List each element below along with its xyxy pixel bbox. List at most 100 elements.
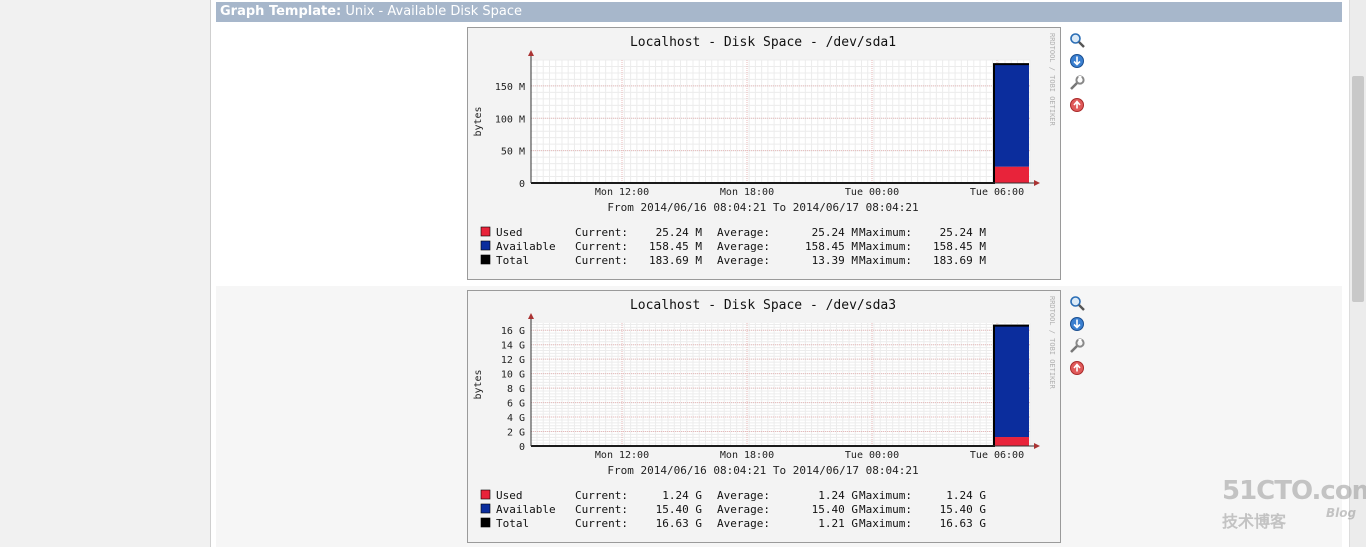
rrd-graph-svg: 0 50 M 100 M 150 M Mon 12:00 Mon 18:00 Tue 00:… [467,27,1061,280]
legend-maximum-label: Maximum: [859,503,912,516]
legend-maximum-label: Maximum: [859,240,912,253]
y-axis-label: bytes [473,369,484,399]
edit-icon[interactable] [1069,75,1085,91]
y-axis-label: bytes [473,106,484,136]
legend-current-value: 16.63 G [656,517,702,530]
y-tick-label: 100 M [495,114,525,125]
legend-current-label: Current: [575,254,628,267]
legend-swatch [480,503,491,514]
y-tick-label: 0 [519,442,525,453]
legend-current-label: Current: [575,503,628,516]
legend-maximum-label: Maximum: [859,517,912,530]
legend-name: Used [496,489,523,502]
legend-name: Total [496,254,529,267]
legend-average-label: Average: [717,489,770,502]
y-tick-label: 8 G [507,384,525,395]
legend-average-label: Average: [717,240,770,253]
legend-average-label: Average: [717,254,770,267]
y-tick-label: 6 G [507,399,525,410]
edit-icon[interactable] [1069,338,1085,354]
legend-current-value: 158.45 M [649,240,702,253]
legend-maximum-label: Maximum: [859,226,912,239]
legend-swatch [480,254,491,265]
y-tick-label: 14 G [501,341,525,352]
y-tick-label: 10 G [501,370,525,381]
area-used [994,166,1029,183]
graph-template-header: Graph Template: Unix - Available Disk Sp… [216,2,1342,22]
legend-current-label: Current: [575,226,628,239]
area-used [994,437,1029,446]
legend-current-value: 183.69 M [649,254,702,267]
remove-icon[interactable] [1069,97,1085,113]
legend-average-label: Average: [717,503,770,516]
left-panel [0,0,211,547]
legend-maximum-value: 15.40 G [940,503,986,516]
legend-average-label: Average: [717,517,770,530]
x-tick-label: Tue 00:00 [845,450,899,461]
rrd-graph-svg: 0 2 G 4 G 6 G 8 G 10 G 12 G 14 G 16 G Mon 12:00 Mo… [467,290,1061,543]
x-tick-label: Mon 18:00 [720,450,774,461]
download-icon[interactable] [1069,53,1085,69]
legend-maximum-value: 25.24 M [940,226,987,239]
x-tick-label: Mon 12:00 [595,187,649,198]
legend-maximum-label: Maximum: [859,489,912,502]
graph-title: Localhost - Disk Space - /dev/sda1 [630,35,896,50]
legend-average-value: 158.45 M [805,240,858,253]
legend-swatch [480,226,491,237]
remove-icon[interactable] [1069,360,1085,376]
legend-maximum-value: 1.24 G [946,489,986,502]
legend-swatch [480,240,491,251]
legend-maximum-value: 183.69 M [933,254,986,267]
legend-average-value: 15.40 G [812,503,858,516]
time-range: From 2014/06/16 08:04:21 To 2014/06/17 0… [607,464,918,477]
header-label: Graph Template: [220,4,342,19]
main-content: Graph Template: Unix - Available Disk Sp… [211,0,1349,547]
legend-name: Available [496,503,556,516]
rrdtool-credit: RRDTOOL / TOBI OETIKER [1048,296,1056,390]
x-tick-label: Tue 06:00 [970,450,1024,461]
legend-current-value: 25.24 M [656,226,703,239]
legend-name: Used [496,226,523,239]
scrollbar-thumb[interactable] [1352,76,1364,302]
legend-name: Total [496,517,529,530]
legend-current-value: 15.40 G [656,503,702,516]
legend-current-label: Current: [575,240,628,253]
y-tick-label: 4 G [507,413,525,424]
legend-average-label: Average: [717,226,770,239]
legend-average-value: 25.24 M [812,226,859,239]
legend-average-value: 1.24 G [818,489,858,502]
legend-swatch [480,489,491,500]
x-tick-label: Tue 06:00 [970,187,1024,198]
legend-maximum-value: 16.63 G [940,517,986,530]
y-tick-label: 16 G [501,326,525,337]
graph-title: Localhost - Disk Space - /dev/sda3 [630,298,896,313]
legend-average-value: 13.39 M [812,254,859,267]
legend-maximum-value: 158.45 M [933,240,986,253]
zoom-icon[interactable] [1069,295,1085,311]
legend-average-value: 1.21 G [818,517,858,530]
area-available [994,325,1029,438]
legend-current-value: 1.24 G [662,489,702,502]
time-range: From 2014/06/16 08:04:21 To 2014/06/17 0… [607,201,918,214]
x-tick-label: Mon 18:00 [720,187,774,198]
x-tick-label: Mon 12:00 [595,450,649,461]
y-tick-label: 12 G [501,355,525,366]
x-tick-label: Tue 00:00 [845,187,899,198]
legend-swatch [480,517,491,528]
legend-maximum-label: Maximum: [859,254,912,267]
graph-sda1[interactable]: 0 50 M 100 M 150 M Mon 12:00 Mon 18:00 Tue 00:… [467,27,1061,280]
y-tick-label: 0 [519,179,525,190]
header-value: Unix - Available Disk Space [345,4,523,19]
area-available [994,64,1029,167]
graph-sda3[interactable]: 0 2 G 4 G 6 G 8 G 10 G 12 G 14 G 16 G Mon 12:00 Mo… [467,290,1061,543]
rrdtool-credit: RRDTOOL / TOBI OETIKER [1048,33,1056,127]
y-tick-label: 50 M [501,147,525,158]
y-tick-label: 2 G [507,428,525,439]
legend-current-label: Current: [575,517,628,530]
legend-name: Available [496,240,556,253]
vertical-scrollbar[interactable] [1349,0,1366,547]
y-tick-label: 150 M [495,82,525,93]
zoom-icon[interactable] [1069,32,1085,48]
legend-current-label: Current: [575,489,628,502]
download-icon[interactable] [1069,316,1085,332]
